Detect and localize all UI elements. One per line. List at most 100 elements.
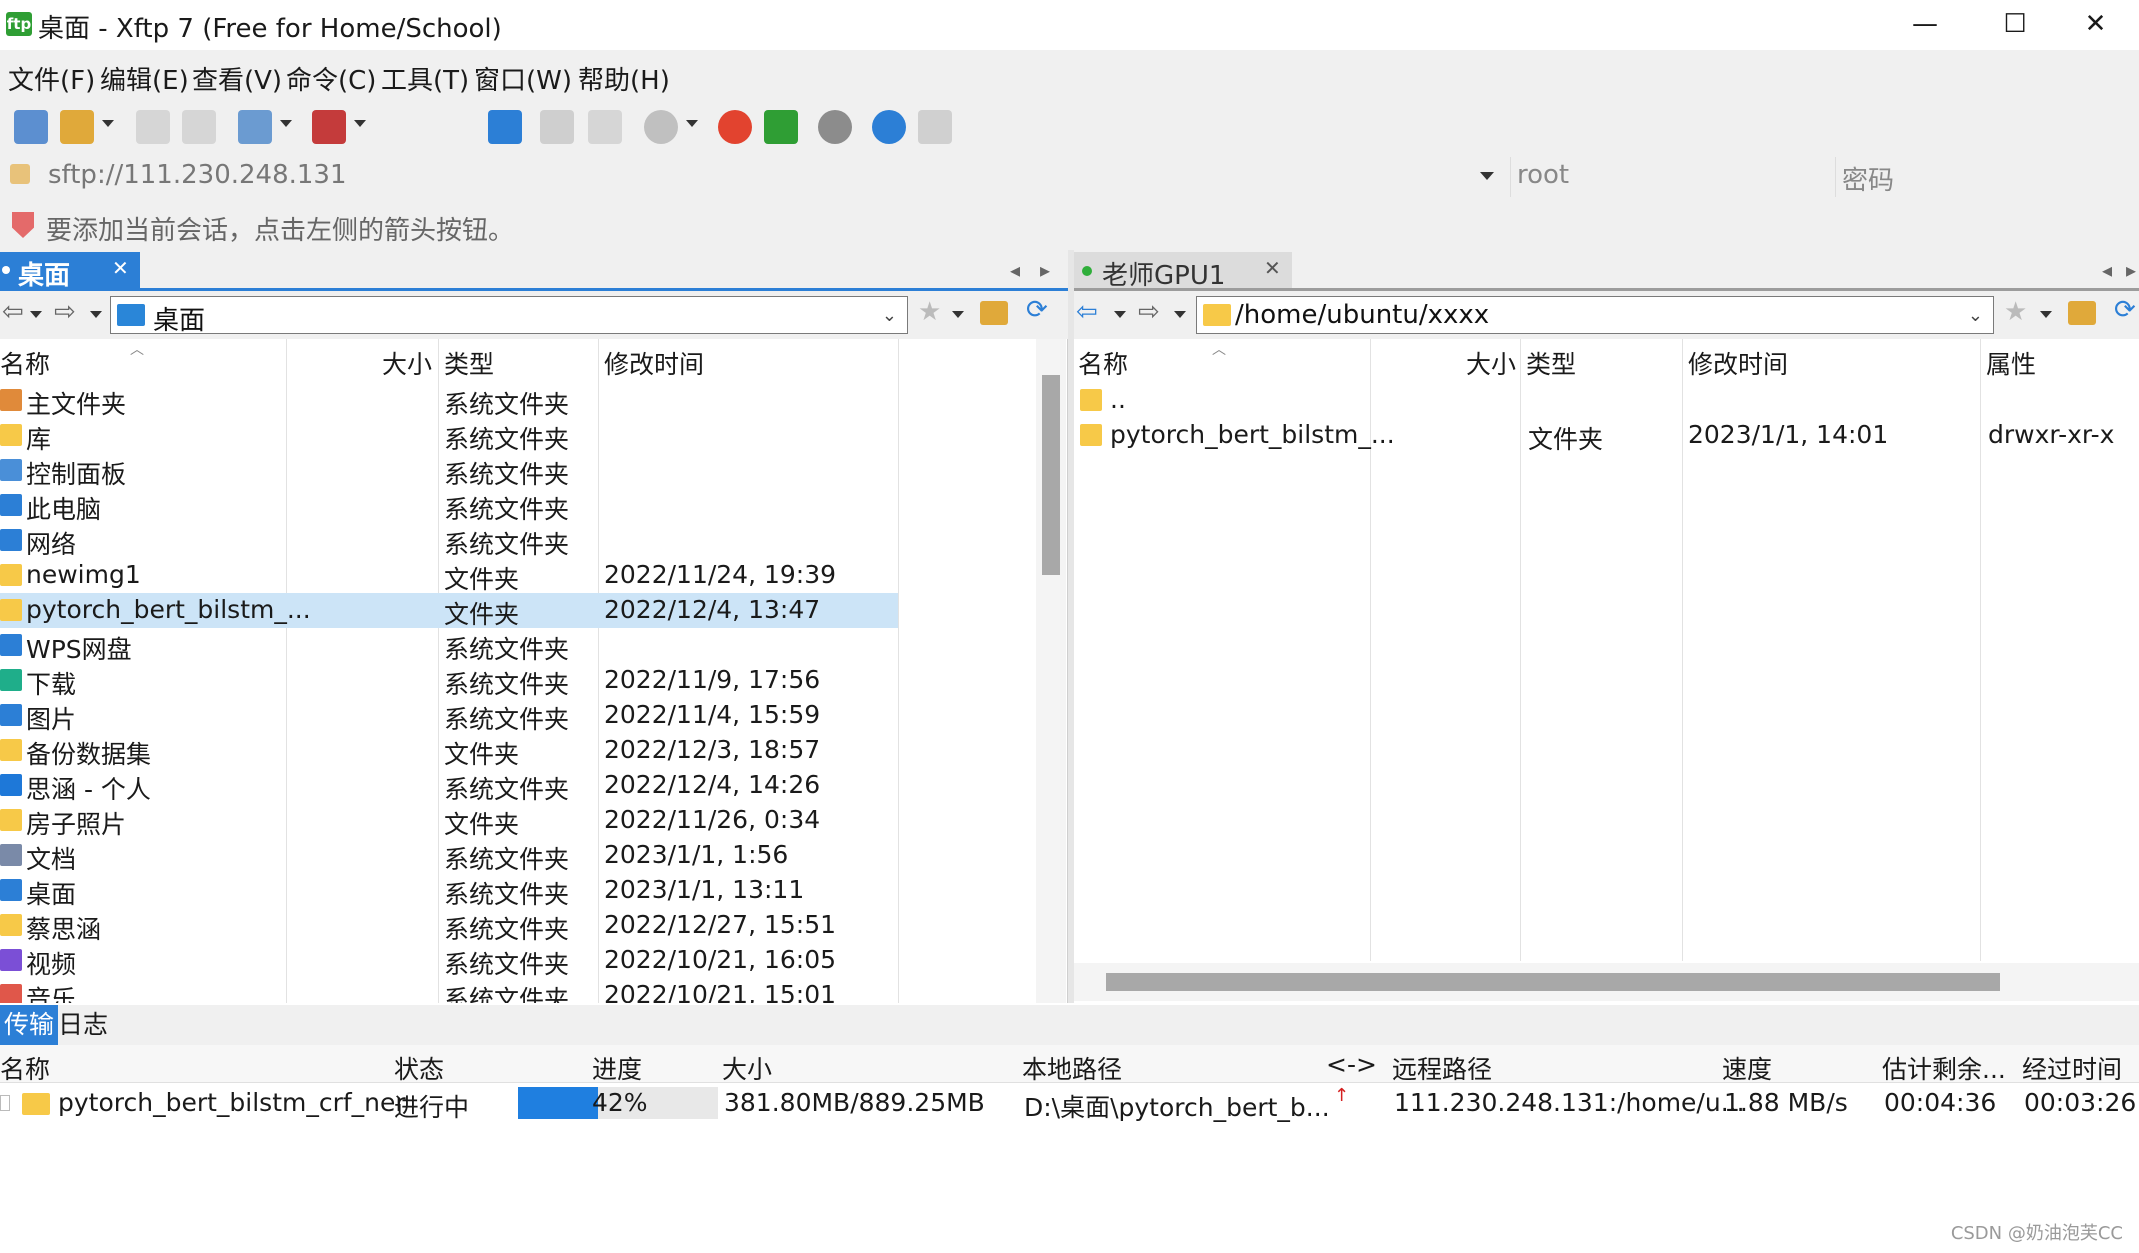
close-button[interactable]: ✕: [2052, 0, 2139, 48]
list-item[interactable]: pytorch_bert_bilstm_... 文件夹 2023/1/1, 14…: [1074, 418, 2139, 454]
minimize-button[interactable]: —: [1880, 0, 1970, 48]
left-path-input[interactable]: 桌面 ⌄: [110, 296, 908, 337]
gear-icon[interactable]: [818, 110, 852, 144]
list-item[interactable]: 备份数据集 文件夹 2022/12/3, 18:57: [0, 733, 898, 769]
chat-icon[interactable]: [918, 110, 952, 144]
left-path-text[interactable]: 桌面: [153, 300, 205, 337]
maximize-button[interactable]: ☐: [1970, 0, 2060, 48]
list-item[interactable]: 图片 系统文件夹 2022/11/4, 15:59: [0, 698, 898, 734]
menu-window[interactable]: 窗口(W): [474, 60, 572, 97]
transfer-dropdown-icon[interactable]: [354, 120, 366, 127]
list-item[interactable]: 控制面板 系统文件夹: [0, 453, 898, 489]
expand-toggle-icon[interactable]: [0, 1095, 10, 1111]
list-item[interactable]: 音乐 系统文件夹 2022/10/21, 15:01: [0, 978, 898, 1003]
bookmark-dropdown-icon[interactable]: [952, 311, 964, 318]
bookmark-star-icon[interactable]: ★: [918, 297, 941, 327]
host-address-text[interactable]: sftp://111.230.248.131: [48, 160, 347, 190]
address-dropdown-icon[interactable]: [1480, 172, 1494, 180]
menu-help[interactable]: 帮助(H): [578, 60, 670, 97]
refresh-icon[interactable]: ⟳: [1026, 295, 1048, 325]
tab-close-icon[interactable]: ✕: [112, 256, 129, 280]
col-transfer-status[interactable]: 状态: [394, 1050, 444, 1086]
xftp-icon[interactable]: [764, 110, 798, 144]
list-item[interactable]: 库 系统文件夹: [0, 418, 898, 454]
list-item[interactable]: 下载 系统文件夹 2022/11/9, 17:56: [0, 663, 898, 699]
col-transfer-name[interactable]: 名称: [0, 1050, 50, 1086]
tab-desktop[interactable]: 桌面 ✕: [0, 252, 140, 291]
col-eta[interactable]: 估计剩余...: [1882, 1050, 2006, 1086]
home-folder-icon[interactable]: [2068, 301, 2096, 325]
col-transfer-progress[interactable]: 进度: [592, 1050, 642, 1086]
col-type[interactable]: 类型: [1526, 345, 1576, 381]
sync-arrows-icon[interactable]: [488, 110, 522, 144]
refresh-icon[interactable]: ⟳: [2114, 295, 2136, 325]
new-session-icon[interactable]: [14, 110, 48, 144]
list-item[interactable]: 桌面 系统文件夹 2023/1/1, 13:11: [0, 873, 898, 909]
record-dropdown-icon[interactable]: [686, 120, 698, 127]
col-size[interactable]: 大小: [1466, 345, 1516, 381]
paste-icon[interactable]: [588, 110, 622, 144]
connect-icon[interactable]: [136, 110, 170, 144]
list-item[interactable]: newimg1 文件夹 2022/11/24, 19:39: [0, 558, 898, 594]
list-item[interactable]: 思涵 - 个人 系统文件夹 2022/12/4, 14:26: [0, 768, 898, 804]
list-item[interactable]: 蔡思涵 系统文件夹 2022/12/27, 15:51: [0, 908, 898, 944]
list-item[interactable]: 文档 系统文件夹 2023/1/1, 1:56: [0, 838, 898, 874]
right-horizontal-scrollbar[interactable]: [1074, 963, 2139, 1001]
username-placeholder[interactable]: root: [1517, 160, 1569, 190]
col-attributes[interactable]: 属性: [1986, 345, 2036, 381]
list-item[interactable]: pytorch_bert_bilstm_... 文件夹 2022/12/4, 13:…: [0, 593, 898, 629]
forward-dropdown-icon[interactable]: [1174, 311, 1186, 318]
open-dropdown-icon[interactable]: [102, 120, 114, 127]
transfer-row[interactable]: pytorch_bert_bilstm_crf_ner 进行中 42% 381.…: [0, 1085, 2139, 1123]
forward-arrow-icon[interactable]: ⇨: [1138, 297, 1160, 327]
col-elapsed[interactable]: 经过时间: [2022, 1050, 2122, 1086]
copy-icon[interactable]: [540, 110, 574, 144]
right-path-text[interactable]: /home/ubuntu/xxxx: [1235, 300, 1489, 330]
menu-view[interactable]: 查看(V): [192, 60, 282, 97]
col-modified[interactable]: 修改时间: [604, 345, 704, 381]
list-item[interactable]: 此电脑 系统文件夹: [0, 488, 898, 524]
list-item[interactable]: WPS网盘 系统文件夹: [0, 628, 898, 664]
menu-file[interactable]: 文件(F): [8, 60, 95, 97]
col-name[interactable]: 名称: [1078, 345, 1128, 381]
list-item[interactable]: 房子照片 文件夹 2022/11/26, 0:34: [0, 803, 898, 839]
menu-command[interactable]: 命令(C): [286, 60, 376, 97]
home-folder-icon[interactable]: [980, 301, 1008, 325]
tab-log[interactable]: 日志: [54, 1005, 112, 1045]
back-dropdown-icon[interactable]: [1114, 311, 1126, 318]
tab-close-icon[interactable]: ✕: [1264, 256, 1281, 280]
col-size[interactable]: 大小: [382, 345, 432, 381]
forward-arrow-icon[interactable]: ⇨: [54, 297, 76, 327]
col-direction[interactable]: <->: [1326, 1050, 1377, 1079]
xshell-icon[interactable]: [718, 110, 752, 144]
tab-transfers[interactable]: 传输: [0, 1005, 59, 1045]
tab-scroll-right-icon[interactable]: ▸: [1040, 258, 1050, 282]
col-modified[interactable]: 修改时间: [1688, 345, 1788, 381]
help-icon[interactable]: [872, 110, 906, 144]
col-transfer-size[interactable]: 大小: [722, 1050, 772, 1086]
list-item[interactable]: 网络 系统文件夹: [0, 523, 898, 559]
back-dropdown-icon[interactable]: [30, 311, 42, 318]
col-remote-path[interactable]: 远程路径: [1392, 1050, 1492, 1086]
transfer-icon[interactable]: [312, 110, 346, 144]
bookmark-star-icon[interactable]: ★: [2004, 297, 2027, 327]
new-tab-dropdown-icon[interactable]: [280, 120, 292, 127]
path-dropdown-icon[interactable]: ⌄: [1968, 305, 1983, 326]
right-path-input[interactable]: /home/ubuntu/xxxx ⌄: [1196, 296, 1994, 334]
back-arrow-icon[interactable]: ⇦: [1076, 297, 1098, 327]
tab-scroll-left-icon[interactable]: ◂: [2102, 258, 2112, 282]
bookmark-icon[interactable]: [12, 212, 34, 238]
new-tab-icon[interactable]: [238, 110, 272, 144]
tab-scroll-left-icon[interactable]: ◂: [1010, 258, 1020, 282]
list-item[interactable]: 主文件夹 系统文件夹: [0, 383, 898, 419]
menu-edit[interactable]: 编辑(E): [100, 60, 189, 97]
back-arrow-icon[interactable]: ⇦: [2, 297, 24, 327]
col-local-path[interactable]: 本地路径: [1022, 1050, 1122, 1086]
path-dropdown-icon[interactable]: ⌄: [882, 305, 897, 326]
col-type[interactable]: 类型: [444, 345, 494, 381]
menu-tools[interactable]: 工具(T): [381, 60, 469, 97]
list-item[interactable]: ..: [1074, 383, 2139, 418]
open-folder-icon[interactable]: [60, 110, 94, 144]
password-placeholder[interactable]: 密码: [1842, 160, 1894, 197]
left-scrollbar[interactable]: [1036, 339, 1066, 1003]
